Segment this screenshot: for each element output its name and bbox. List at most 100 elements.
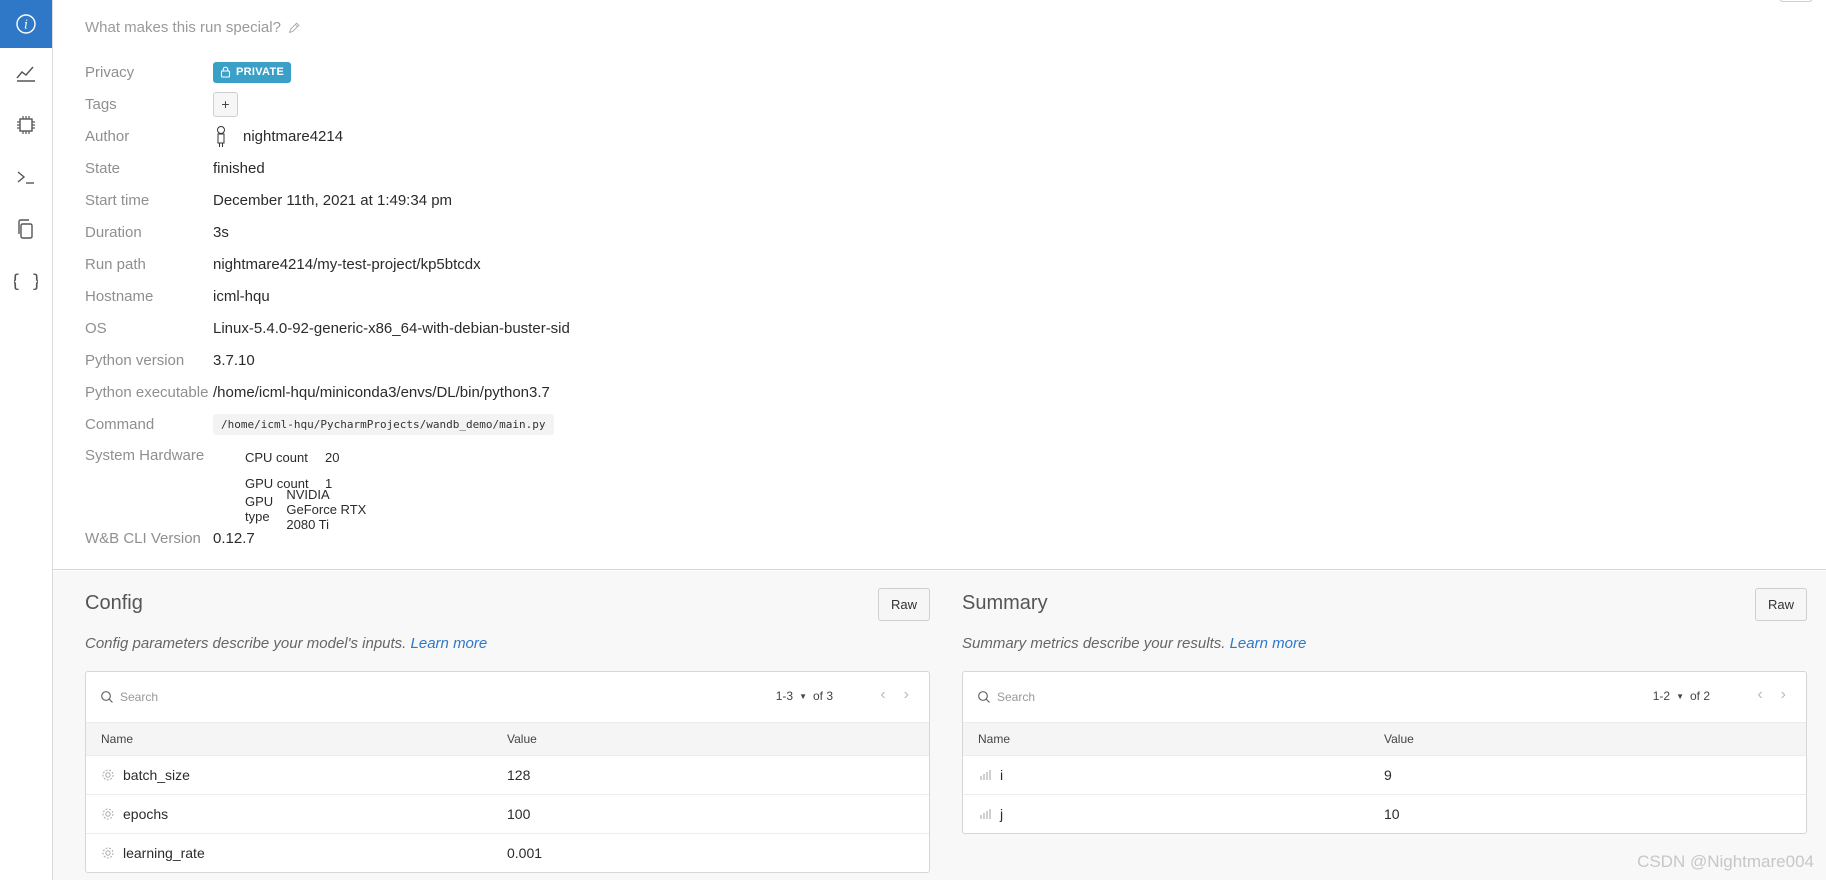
column-header-name[interactable]: Name — [963, 732, 1384, 746]
python-version-value: 3.7.10 — [213, 351, 255, 369]
sidebar: i { } — [0, 0, 53, 880]
summary-key: i — [1000, 767, 1004, 783]
column-header-value[interactable]: Value — [1384, 732, 1806, 746]
info-row-run-path: Run path nightmare4214/my-test-project/k… — [85, 252, 481, 276]
sidebar-item-overview[interactable]: i — [0, 0, 52, 48]
hardware-row-cpu-count: CPU count 20 — [245, 444, 376, 470]
summary-value: 10 — [1384, 806, 1400, 822]
config-key: batch_size — [123, 767, 190, 783]
summary-key: j — [1000, 806, 1004, 822]
avatar[interactable] — [213, 124, 229, 148]
duration-value: 3s — [213, 223, 229, 241]
table-row[interactable]: batch_size 128 — [86, 755, 929, 794]
hardware-value: NVIDIA GeForce RTX 2080 Ti — [286, 486, 367, 532]
state-label: State — [85, 159, 121, 177]
column-header-name[interactable]: Name — [86, 732, 507, 746]
svg-text:i: i — [24, 18, 28, 32]
config-pager-total: of 3 — [812, 689, 833, 703]
cli-version-value: 0.12.7 — [213, 529, 255, 547]
sidebar-item-artifacts[interactable]: { } — [0, 257, 52, 305]
hardware-row-gpu-type: GPU type NVIDIA GeForce RTX 2080 Ti — [245, 487, 376, 532]
sidebar-item-charts[interactable] — [0, 49, 52, 97]
cli-version-label: W&B CLI Version — [85, 529, 201, 547]
summary-table: 1-2 ▼ of 2 ‹ › Name Value i 9 — [962, 671, 1807, 834]
info-row-hostname: Hostname icml-hqu — [85, 284, 270, 308]
config-description: Config parameters describe your model's … — [85, 635, 487, 652]
command-label: Command — [85, 415, 155, 433]
summary-pager-range[interactable]: 1-2 — [1653, 689, 1670, 703]
os-label: OS — [85, 319, 107, 337]
table-row[interactable]: learning_rate 0.001 — [86, 833, 929, 872]
add-tag-button[interactable]: + — [213, 91, 238, 117]
column-header-value[interactable]: Value — [507, 732, 929, 746]
bar-chart-icon — [978, 807, 992, 821]
author-label: Author — [85, 127, 130, 145]
summary-description: Summary metrics describe your results. L… — [962, 635, 1306, 652]
privacy-label: Privacy — [85, 63, 135, 81]
config-title: Config — [85, 592, 143, 614]
state-value: finished — [213, 159, 265, 177]
summary-table-header: Name Value — [963, 722, 1806, 755]
python-executable-label: Python executable — [85, 383, 209, 401]
pencil-icon[interactable] — [287, 21, 301, 35]
system-hardware-label: System Hardware — [85, 447, 205, 464]
gear-icon — [101, 846, 115, 860]
user-avatar-icon — [217, 126, 225, 147]
terminal-icon — [17, 171, 34, 184]
run-description[interactable]: What makes this run special? — [85, 19, 301, 36]
duration-label: Duration — [85, 223, 142, 241]
table-row[interactable]: j 10 — [963, 794, 1806, 833]
search-icon — [101, 691, 113, 703]
system-hardware-list: CPU count 20 GPU count 1 GPU type NVIDIA… — [245, 444, 376, 532]
info-row-python-executable: Python executable /home/icml-hqu/minicon… — [85, 380, 550, 404]
chevron-down-icon[interactable]: ▼ — [1676, 692, 1684, 701]
summary-learn-more-link[interactable]: Learn more — [1230, 635, 1307, 652]
info-row-privacy: Privacy PRIVATE — [85, 60, 292, 84]
summary-raw-button[interactable]: Raw — [1755, 588, 1807, 621]
summary-panel: Summary Raw Summary metrics describe you… — [962, 571, 1807, 880]
info-row-tags: Tags + — [85, 91, 238, 117]
config-summary-section: Config Raw Config parameters describe yo… — [53, 571, 1826, 880]
bar-chart-icon — [978, 768, 992, 782]
run-path-value[interactable]: nightmare4214/my-test-project/kp5btcdx — [213, 256, 481, 273]
config-pager[interactable]: 1-3 ▼ of 3 — [776, 689, 833, 703]
sidebar-item-logs[interactable] — [0, 153, 52, 201]
config-pager-range[interactable]: 1-3 — [776, 689, 793, 703]
chevron-left-icon[interactable]: ‹ — [880, 686, 885, 704]
sidebar-item-system[interactable] — [0, 101, 52, 149]
lock-icon — [220, 66, 231, 78]
os-value: Linux-5.4.0-92-generic-x86_64-with-debia… — [213, 319, 570, 337]
summary-pager[interactable]: 1-2 ▼ of 2 — [1653, 689, 1710, 703]
summary-value: 9 — [1384, 767, 1392, 783]
summary-pager-total: of 2 — [1689, 689, 1710, 703]
start-time-value: December 11th, 2021 at 1:49:34 pm — [213, 191, 453, 209]
config-search-input[interactable] — [120, 690, 420, 704]
summary-title: Summary — [962, 592, 1048, 614]
table-row[interactable]: epochs 100 — [86, 794, 929, 833]
start-time-label: Start time — [85, 191, 150, 209]
info-row-author: Author nightmare4214 — [85, 124, 343, 148]
overview-menu-button[interactable] — [1779, 0, 1813, 2]
search-icon — [978, 691, 990, 703]
config-raw-button[interactable]: Raw — [878, 588, 930, 621]
config-search-bar: 1-3 ▼ of 3 ‹ › — [86, 672, 929, 722]
chip-icon — [17, 116, 35, 134]
tags-label: Tags — [85, 95, 117, 113]
config-learn-more-link[interactable]: Learn more — [411, 635, 488, 652]
info-row-os: OS Linux-5.4.0-92-generic-x86_64-with-de… — [85, 316, 570, 340]
chevron-right-icon[interactable]: › — [1781, 686, 1786, 704]
chevron-down-icon[interactable]: ▼ — [799, 692, 807, 701]
run-path-label: Run path — [85, 255, 146, 273]
summary-search-input[interactable] — [997, 690, 1297, 704]
info-row-command: Command /home/icml-hqu/PycharmProjects/w… — [85, 412, 554, 436]
author-value[interactable]: nightmare4214 — [243, 128, 343, 145]
privacy-badge[interactable]: PRIVATE — [213, 61, 292, 83]
chevron-left-icon[interactable]: ‹ — [1757, 686, 1762, 704]
sidebar-item-files[interactable] — [0, 205, 52, 253]
config-value: 0.001 — [507, 845, 543, 861]
python-executable-value: /home/icml-hqu/miniconda3/envs/DL/bin/py… — [213, 383, 550, 401]
config-key: learning_rate — [123, 845, 205, 861]
privacy-value: PRIVATE — [236, 66, 285, 78]
chevron-right-icon[interactable]: › — [904, 686, 909, 704]
table-row[interactable]: i 9 — [963, 755, 1806, 794]
